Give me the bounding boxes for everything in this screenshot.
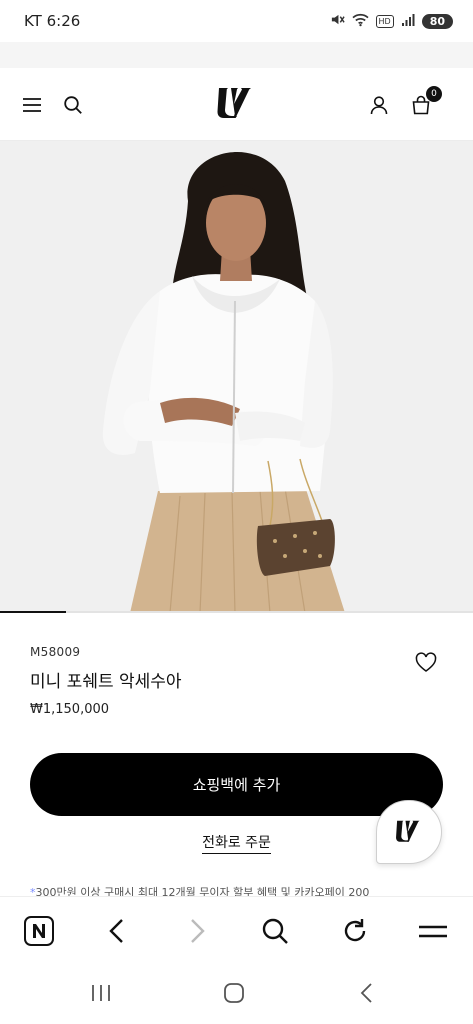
product-hero-image[interactable] bbox=[0, 141, 473, 613]
cart-count-badge: 0 bbox=[426, 86, 442, 102]
search-icon[interactable] bbox=[60, 92, 86, 118]
wishlist-heart-icon[interactable] bbox=[415, 652, 437, 674]
gallery-progress-fill bbox=[0, 611, 67, 613]
product-info: M58009 미니 포쉐트 악세수아 ₩1,150,000 bbox=[30, 645, 445, 717]
browser-toolbar bbox=[0, 896, 473, 962]
gallery-progress bbox=[0, 611, 473, 613]
wifi-icon bbox=[351, 12, 369, 30]
menu-icon[interactable] bbox=[19, 92, 45, 118]
recent-apps-icon[interactable] bbox=[86, 980, 116, 1006]
product-name: 미니 포쉐트 악세수아 bbox=[30, 672, 182, 692]
reload-icon[interactable] bbox=[338, 914, 372, 948]
search-icon[interactable] bbox=[258, 914, 292, 948]
back-arrow-icon[interactable] bbox=[100, 914, 134, 948]
back-icon[interactable] bbox=[352, 980, 382, 1006]
battery-icon: 80 bbox=[421, 13, 453, 29]
system-navigation-bar bbox=[0, 962, 473, 1024]
hd-icon: HD bbox=[375, 14, 394, 28]
signal-icon bbox=[401, 13, 415, 30]
chat-floating-button[interactable] bbox=[376, 800, 442, 864]
add-to-cart-button[interactable]: 쇼핑백에 추가 bbox=[30, 753, 443, 816]
home-icon[interactable] bbox=[219, 980, 249, 1006]
forward-arrow-icon[interactable] bbox=[180, 914, 214, 948]
mute-icon bbox=[330, 12, 345, 30]
status-icons: HD 80 bbox=[330, 12, 453, 30]
account-icon[interactable] bbox=[366, 92, 392, 118]
notice-text: 300만원 이상 구매시 최대 12개월 무이자 할부 혜택 및 카카오페이 2… bbox=[35, 886, 370, 896]
shopping-bag-icon[interactable]: 0 bbox=[408, 86, 442, 118]
product-sku: M58009 bbox=[30, 645, 81, 659]
promo-notice: *300만원 이상 구매시 최대 12개월 무이자 할부 혜택 및 카카오페이 … bbox=[30, 884, 450, 896]
status-bar: KT 6:26 HD 80 bbox=[0, 0, 473, 42]
naver-home-icon[interactable] bbox=[22, 914, 56, 948]
brand-logo[interactable] bbox=[216, 84, 256, 124]
carrier-time: KT 6:26 bbox=[24, 12, 81, 30]
phone-order-label[interactable]: 전화로 주문 bbox=[202, 835, 271, 854]
menu-icon[interactable] bbox=[416, 914, 450, 948]
product-price: ₩1,150,000 bbox=[30, 702, 110, 717]
brand-logo-icon bbox=[396, 820, 420, 842]
site-header: 0 bbox=[0, 68, 473, 141]
top-banner bbox=[0, 42, 473, 68]
